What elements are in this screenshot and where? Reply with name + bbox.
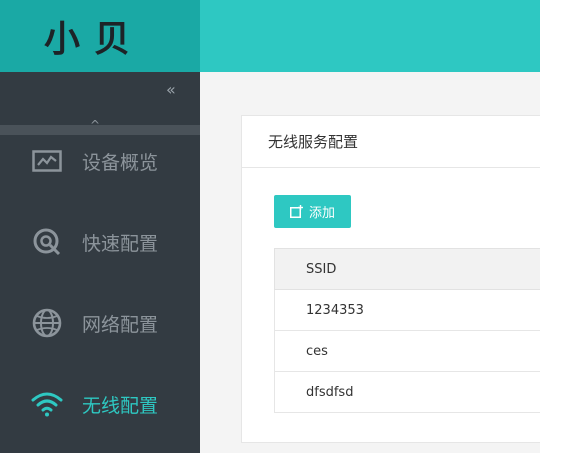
add-button[interactable]: 添加 [274,195,351,228]
globe-icon [30,306,64,340]
sidebar: 小贝 « ^ 设备概览 快速配置 网络配置 无线配置 [0,0,200,453]
top-bar [200,0,540,72]
add-button-label: 添加 [308,206,335,221]
table-row[interactable]: dfsdfsd [274,372,540,413]
sidebar-item-quick-setup[interactable]: 快速配置 [0,212,200,272]
chevron-up-icon[interactable]: ^ [90,118,100,132]
logo: 小贝 [0,0,200,72]
table-header-ssid: SSID [274,248,540,290]
wifi-icon [30,387,64,421]
table-row[interactable]: ces [274,331,540,372]
chart-monitor-icon [30,144,64,178]
sidebar-item-label: 网络配置 [82,313,159,336]
sidebar-item-label: 无线配置 [82,394,159,417]
add-icon [289,205,303,218]
sidebar-item-label: 设备概览 [82,151,159,174]
sidebar-item-label: 快速配置 [82,232,159,255]
sidebar-item-wireless-config[interactable]: 无线配置 [0,374,200,434]
collapse-sidebar-button[interactable]: « [166,80,176,99]
sidebar-item-device-overview[interactable]: 设备概览 [0,131,200,191]
sidebar-item-network-config[interactable]: 网络配置 [0,293,200,353]
panel-title: 无线服务配置 [242,116,540,168]
ssid-table: SSID 1234353 ces dfsdfsd [274,248,540,413]
quick-setup-icon [30,225,64,259]
table-row[interactable]: 1234353 [274,290,540,331]
logo-text: 小贝 [44,18,145,60]
